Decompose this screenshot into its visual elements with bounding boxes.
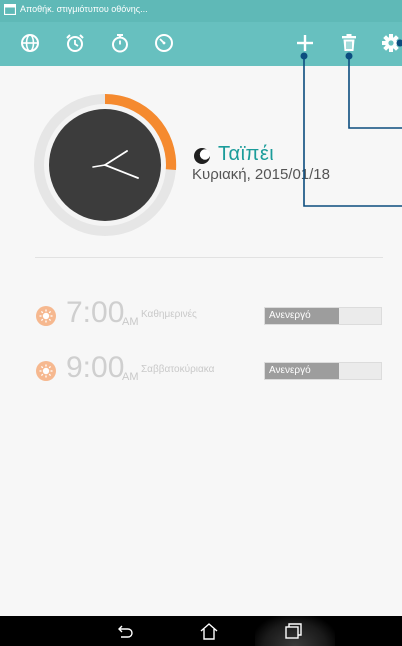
navigation-bar (0, 616, 402, 646)
recent-apps-icon[interactable] (283, 621, 303, 641)
callout-lines (300, 39, 402, 207)
back-icon[interactable] (115, 621, 135, 641)
home-icon[interactable] (198, 621, 220, 641)
